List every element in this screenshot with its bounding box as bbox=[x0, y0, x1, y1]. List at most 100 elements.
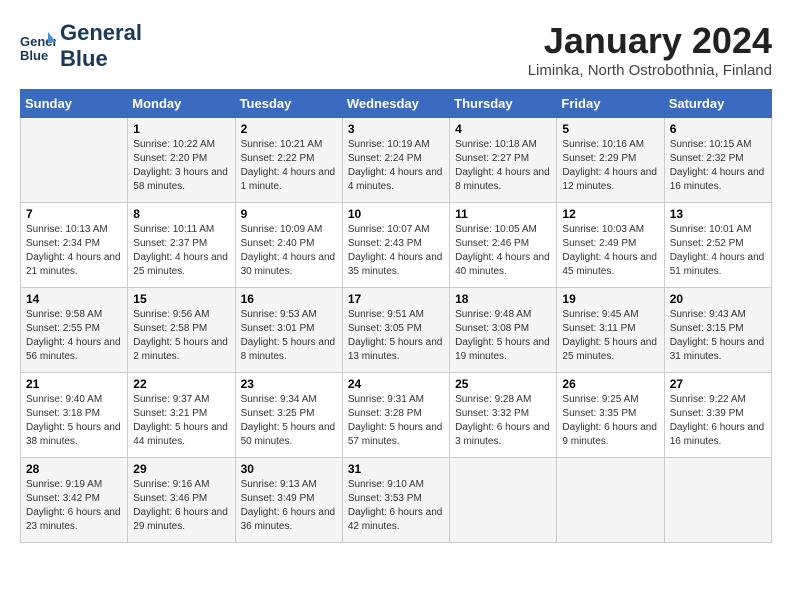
sunset-text: Sunset: 2:46 PM bbox=[455, 237, 551, 251]
sunset-text: Sunset: 2:32 PM bbox=[670, 152, 766, 166]
sunrise-text: Sunrise: 9:53 AM bbox=[241, 308, 337, 322]
daylight-text: Daylight: 5 hours and 8 minutes. bbox=[241, 336, 337, 364]
sunset-text: Sunset: 3:18 PM bbox=[26, 407, 122, 421]
day-info: Sunrise: 10:18 AM Sunset: 2:27 PM Daylig… bbox=[455, 138, 551, 194]
day-number: 6 bbox=[670, 122, 766, 136]
sunrise-text: Sunrise: 10:18 AM bbox=[455, 138, 551, 152]
day-number: 20 bbox=[670, 292, 766, 306]
day-number: 10 bbox=[348, 207, 444, 221]
daylight-text: Daylight: 6 hours and 3 minutes. bbox=[455, 421, 551, 449]
sunset-text: Sunset: 3:08 PM bbox=[455, 322, 551, 336]
day-info: Sunrise: 10:13 AM Sunset: 2:34 PM Daylig… bbox=[26, 223, 122, 279]
day-number: 30 bbox=[241, 462, 337, 476]
daylight-text: Daylight: 6 hours and 23 minutes. bbox=[26, 506, 122, 534]
weekday-header: Friday bbox=[557, 90, 664, 118]
sunrise-text: Sunrise: 9:10 AM bbox=[348, 478, 444, 492]
calendar-cell: 29 Sunrise: 9:16 AM Sunset: 3:46 PM Dayl… bbox=[128, 458, 235, 543]
sunrise-text: Sunrise: 9:48 AM bbox=[455, 308, 551, 322]
calendar-cell bbox=[664, 458, 771, 543]
sunset-text: Sunset: 3:53 PM bbox=[348, 492, 444, 506]
sunrise-text: Sunrise: 10:09 AM bbox=[241, 223, 337, 237]
sunset-text: Sunset: 3:15 PM bbox=[670, 322, 766, 336]
daylight-text: Daylight: 4 hours and 45 minutes. bbox=[562, 251, 658, 279]
day-number: 3 bbox=[348, 122, 444, 136]
calendar-cell: 4 Sunrise: 10:18 AM Sunset: 2:27 PM Dayl… bbox=[450, 118, 557, 203]
daylight-text: Daylight: 4 hours and 51 minutes. bbox=[670, 251, 766, 279]
sunrise-text: Sunrise: 9:13 AM bbox=[241, 478, 337, 492]
day-info: Sunrise: 9:10 AM Sunset: 3:53 PM Dayligh… bbox=[348, 478, 444, 534]
sunset-text: Sunset: 2:24 PM bbox=[348, 152, 444, 166]
sunset-text: Sunset: 2:58 PM bbox=[133, 322, 229, 336]
sunrise-text: Sunrise: 9:16 AM bbox=[133, 478, 229, 492]
day-info: Sunrise: 9:56 AM Sunset: 2:58 PM Dayligh… bbox=[133, 308, 229, 364]
calendar-cell: 24 Sunrise: 9:31 AM Sunset: 3:28 PM Dayl… bbox=[342, 373, 449, 458]
daylight-text: Daylight: 4 hours and 1 minute. bbox=[241, 166, 337, 194]
daylight-text: Daylight: 6 hours and 42 minutes. bbox=[348, 506, 444, 534]
day-number: 9 bbox=[241, 207, 337, 221]
day-info: Sunrise: 9:51 AM Sunset: 3:05 PM Dayligh… bbox=[348, 308, 444, 364]
daylight-text: Daylight: 5 hours and 50 minutes. bbox=[241, 421, 337, 449]
logo: General Blue General Blue bbox=[20, 20, 142, 73]
day-info: Sunrise: 9:48 AM Sunset: 3:08 PM Dayligh… bbox=[455, 308, 551, 364]
calendar-table: SundayMondayTuesdayWednesdayThursdayFrid… bbox=[20, 89, 772, 543]
sunset-text: Sunset: 3:49 PM bbox=[241, 492, 337, 506]
daylight-text: Daylight: 5 hours and 2 minutes. bbox=[133, 336, 229, 364]
daylight-text: Daylight: 5 hours and 44 minutes. bbox=[133, 421, 229, 449]
calendar-cell: 8 Sunrise: 10:11 AM Sunset: 2:37 PM Dayl… bbox=[128, 203, 235, 288]
day-number: 23 bbox=[241, 377, 337, 391]
day-info: Sunrise: 10:03 AM Sunset: 2:49 PM Daylig… bbox=[562, 223, 658, 279]
daylight-text: Daylight: 6 hours and 29 minutes. bbox=[133, 506, 229, 534]
logo-icon: General Blue bbox=[20, 28, 56, 64]
sunrise-text: Sunrise: 9:37 AM bbox=[133, 393, 229, 407]
calendar-week-row: 7 Sunrise: 10:13 AM Sunset: 2:34 PM Dayl… bbox=[21, 203, 772, 288]
day-number: 12 bbox=[562, 207, 658, 221]
calendar-cell: 6 Sunrise: 10:15 AM Sunset: 2:32 PM Dayl… bbox=[664, 118, 771, 203]
sunset-text: Sunset: 2:49 PM bbox=[562, 237, 658, 251]
daylight-text: Daylight: 5 hours and 38 minutes. bbox=[26, 421, 122, 449]
daylight-text: Daylight: 5 hours and 31 minutes. bbox=[670, 336, 766, 364]
calendar-cell: 31 Sunrise: 9:10 AM Sunset: 3:53 PM Dayl… bbox=[342, 458, 449, 543]
sunset-text: Sunset: 3:35 PM bbox=[562, 407, 658, 421]
calendar-cell: 3 Sunrise: 10:19 AM Sunset: 2:24 PM Dayl… bbox=[342, 118, 449, 203]
sunset-text: Sunset: 3:28 PM bbox=[348, 407, 444, 421]
sunset-text: Sunset: 2:20 PM bbox=[133, 152, 229, 166]
weekday-header: Monday bbox=[128, 90, 235, 118]
sunrise-text: Sunrise: 9:43 AM bbox=[670, 308, 766, 322]
sunrise-text: Sunrise: 10:07 AM bbox=[348, 223, 444, 237]
sunrise-text: Sunrise: 10:13 AM bbox=[26, 223, 122, 237]
day-info: Sunrise: 9:22 AM Sunset: 3:39 PM Dayligh… bbox=[670, 393, 766, 449]
day-number: 13 bbox=[670, 207, 766, 221]
weekday-header: Saturday bbox=[664, 90, 771, 118]
calendar-cell: 5 Sunrise: 10:16 AM Sunset: 2:29 PM Dayl… bbox=[557, 118, 664, 203]
sunset-text: Sunset: 2:37 PM bbox=[133, 237, 229, 251]
sunrise-text: Sunrise: 10:16 AM bbox=[562, 138, 658, 152]
calendar-cell: 18 Sunrise: 9:48 AM Sunset: 3:08 PM Dayl… bbox=[450, 288, 557, 373]
day-number: 24 bbox=[348, 377, 444, 391]
weekday-header-row: SundayMondayTuesdayWednesdayThursdayFrid… bbox=[21, 90, 772, 118]
day-number: 8 bbox=[133, 207, 229, 221]
sunset-text: Sunset: 3:25 PM bbox=[241, 407, 337, 421]
daylight-text: Daylight: 4 hours and 40 minutes. bbox=[455, 251, 551, 279]
calendar-cell: 2 Sunrise: 10:21 AM Sunset: 2:22 PM Dayl… bbox=[235, 118, 342, 203]
svg-text:Blue: Blue bbox=[20, 48, 48, 63]
day-info: Sunrise: 9:28 AM Sunset: 3:32 PM Dayligh… bbox=[455, 393, 551, 449]
day-info: Sunrise: 9:45 AM Sunset: 3:11 PM Dayligh… bbox=[562, 308, 658, 364]
sunset-text: Sunset: 2:34 PM bbox=[26, 237, 122, 251]
sunrise-text: Sunrise: 9:25 AM bbox=[562, 393, 658, 407]
sunset-text: Sunset: 3:32 PM bbox=[455, 407, 551, 421]
day-number: 14 bbox=[26, 292, 122, 306]
sunrise-text: Sunrise: 10:21 AM bbox=[241, 138, 337, 152]
sunrise-text: Sunrise: 9:19 AM bbox=[26, 478, 122, 492]
sunrise-text: Sunrise: 9:40 AM bbox=[26, 393, 122, 407]
day-info: Sunrise: 10:16 AM Sunset: 2:29 PM Daylig… bbox=[562, 138, 658, 194]
daylight-text: Daylight: 6 hours and 36 minutes. bbox=[241, 506, 337, 534]
calendar-cell: 15 Sunrise: 9:56 AM Sunset: 2:58 PM Dayl… bbox=[128, 288, 235, 373]
calendar-cell: 19 Sunrise: 9:45 AM Sunset: 3:11 PM Dayl… bbox=[557, 288, 664, 373]
calendar-cell: 17 Sunrise: 9:51 AM Sunset: 3:05 PM Dayl… bbox=[342, 288, 449, 373]
sunrise-text: Sunrise: 10:15 AM bbox=[670, 138, 766, 152]
sunset-text: Sunset: 2:52 PM bbox=[670, 237, 766, 251]
day-info: Sunrise: 10:15 AM Sunset: 2:32 PM Daylig… bbox=[670, 138, 766, 194]
day-number: 26 bbox=[562, 377, 658, 391]
day-info: Sunrise: 9:34 AM Sunset: 3:25 PM Dayligh… bbox=[241, 393, 337, 449]
daylight-text: Daylight: 4 hours and 30 minutes. bbox=[241, 251, 337, 279]
